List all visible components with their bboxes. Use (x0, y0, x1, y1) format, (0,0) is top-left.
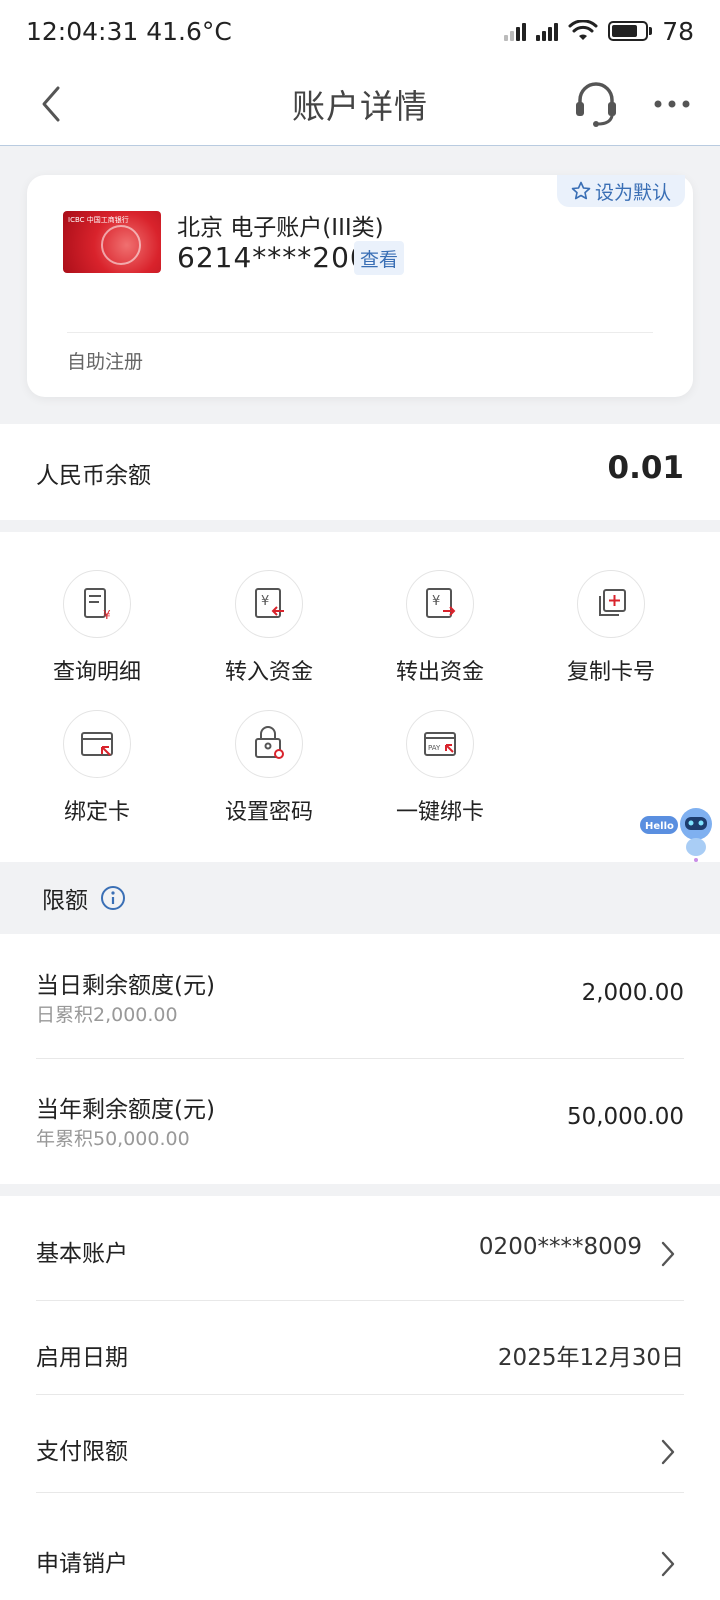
wifi-icon (568, 20, 598, 40)
svg-text:¥: ¥ (432, 594, 440, 609)
row-value: 2025年12月30日 (497, 1345, 684, 1371)
actions-grid: ¥ 查询明细 ¥ 转入资金 ¥ 转出资金 复制卡号 绑定卡 设置密码 PAY 一… (0, 532, 720, 862)
action-label: 复制卡号 (566, 660, 655, 685)
close-account-row[interactable]: 申请销户 (36, 1506, 684, 1600)
action-label: 绑定卡 (63, 800, 130, 825)
transfer-out-icon: ¥ (406, 570, 474, 638)
status-time: 12:04:31 (26, 16, 139, 46)
chevron-left-icon[interactable] (34, 82, 68, 126)
card-divider (67, 332, 653, 333)
row-divider (36, 1492, 684, 1493)
action-one-click-bind[interactable]: PAY 一键绑卡 (370, 710, 510, 826)
bind-card-icon (63, 710, 131, 778)
signal-1-icon (504, 21, 527, 41)
action-label: 查询明细 (52, 660, 141, 685)
action-transfer-in[interactable]: ¥ 转入资金 (199, 570, 339, 686)
copy-icon (577, 570, 645, 638)
yearly-limit-row: 当年剩余额度(元) 年累积50,000.00 50,000.00 (36, 1058, 684, 1182)
basic-account-row[interactable]: 基本账户 0200****8009 (36, 1196, 684, 1300)
row-title: 申请销户 (36, 1551, 128, 1577)
balance-label: 人民币余额 (36, 463, 151, 489)
row-subtitle: 日累积2,000.00 (36, 1004, 178, 1026)
limits-header: 限额 (0, 862, 720, 934)
headset-icon[interactable] (572, 78, 620, 128)
row-title: 支付限额 (36, 1439, 128, 1465)
action-transfer-out[interactable]: ¥ 转出资金 (370, 570, 510, 686)
payment-limit-row[interactable]: 支付限额 (36, 1394, 684, 1498)
svg-text:¥: ¥ (103, 608, 111, 622)
statement-yuan-icon: ¥ (63, 570, 131, 638)
set-default-button[interactable]: 设为默认 (556, 175, 685, 207)
limits-title: 限额 (42, 888, 88, 914)
page-title: 账户详情 (292, 86, 428, 126)
action-label: 转入资金 (224, 660, 313, 685)
star-icon (571, 181, 591, 200)
signal-2-icon (536, 21, 559, 41)
battery-level: 78 (662, 16, 694, 46)
lock-settings-icon (235, 710, 303, 778)
row-value: 2,000.00 (581, 980, 684, 1006)
assistant-bubble-text: Hello (645, 821, 674, 832)
status-left: 12:04:31 41.6°C (26, 17, 232, 46)
card-footer-label: 自助注册 (67, 351, 144, 373)
status-right: 78 (504, 17, 694, 46)
action-bind-card[interactable]: 绑定卡 (27, 710, 167, 826)
row-title: 当年剩余额度(元) (36, 1097, 215, 1123)
limits-section: 当日剩余额度(元) 日累积2,000.00 2,000.00 当年剩余额度(元)… (0, 934, 720, 1184)
action-label: 一键绑卡 (395, 800, 484, 825)
status-bar: 12:04:31 41.6°C 78 (0, 0, 720, 62)
action-label: 设置密码 (224, 800, 313, 825)
globe-graphic (101, 225, 141, 265)
chevron-right-icon (661, 1241, 675, 1267)
info-icon[interactable] (100, 885, 126, 911)
action-query-details[interactable]: ¥ 查询明细 (27, 570, 167, 686)
balance-section: 人民币余额 0.01 (0, 424, 720, 520)
balance-value: 0.01 (607, 450, 685, 486)
row-title: 当日剩余额度(元) (36, 973, 215, 999)
chevron-right-icon (661, 1551, 675, 1577)
daily-limit-row: 当日剩余额度(元) 日累积2,000.00 2,000.00 (36, 934, 684, 1058)
pay-card-icon: PAY (406, 710, 474, 778)
action-label: 转出资金 (395, 660, 484, 685)
account-name: 北京 电子账户(III类) (177, 215, 384, 241)
status-temperature: 41.6°C (146, 16, 232, 46)
bank-card-image: ICBC 中国工商银行 (63, 211, 161, 273)
row-subtitle: 年累积50,000.00 (36, 1128, 190, 1150)
chevron-right-icon (661, 1439, 675, 1465)
nav-bar: 账户详情 (0, 62, 720, 146)
account-info-section: 基本账户 0200****8009 启用日期 2025年12月30日 支付限额 … (0, 1196, 720, 1600)
action-copy-card-number[interactable]: 复制卡号 (541, 570, 681, 686)
transfer-in-icon: ¥ (235, 570, 303, 638)
card-brand: ICBC 中国工商银行 (68, 216, 129, 224)
set-default-label: 设为默认 (594, 181, 671, 204)
svg-text:PAY: PAY (428, 744, 441, 752)
battery-icon (608, 21, 653, 41)
activation-date-row: 启用日期 2025年12月30日 (36, 1300, 684, 1404)
row-title: 基本账户 (36, 1241, 128, 1267)
row-value: 0200****8009 (478, 1234, 642, 1260)
svg-text:¥: ¥ (261, 594, 269, 609)
action-set-password[interactable]: 设置密码 (199, 710, 339, 826)
view-number-button[interactable]: 查看 (354, 241, 405, 275)
robot-assistant-icon[interactable]: Hello (640, 802, 716, 862)
more-dots-icon[interactable] (652, 92, 692, 116)
row-title: 启用日期 (36, 1345, 128, 1371)
account-card: 设为默认 ICBC 中国工商银行 北京 电子账户(III类) 6214****2… (27, 175, 693, 397)
row-value: 50,000.00 (566, 1104, 684, 1130)
